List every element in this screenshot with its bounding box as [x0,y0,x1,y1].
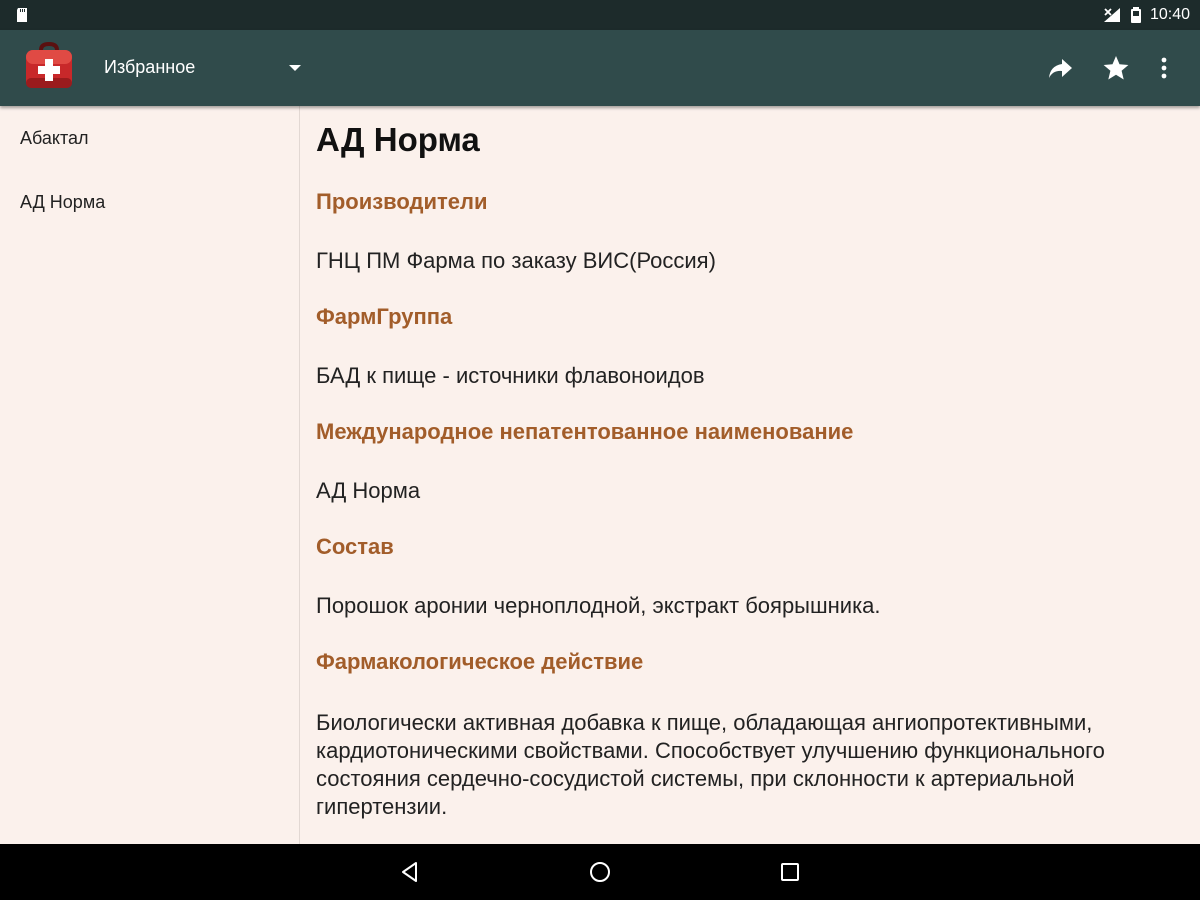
sd-card-icon [17,8,27,22]
section-heading-composition: Состав [316,534,394,559]
sidebar-item-ad-norma[interactable]: АД Норма [0,170,299,234]
section-heading-inn: Международное непатентованное наименован… [316,419,854,444]
section-heading-pharm-group: ФармГруппа [316,304,453,329]
arrow-drop-down-icon[interactable] [288,63,302,73]
app-title[interactable]: Избранное [104,57,195,78]
system-nav-bar [0,844,1200,900]
status-time: 10:40 [1149,6,1190,23]
favorites-list: Абактал АД Норма [0,106,300,844]
star-icon[interactable] [1102,54,1130,82]
recents-icon[interactable] [778,860,802,884]
signal-icon [1103,8,1120,22]
section-text-pharm-group: БАД к пище - источники флавоноидов [316,363,705,388]
section-text-inn: АД Норма [316,478,421,503]
page-title: АД Норма [316,121,480,158]
section-heading-manufacturers: Производители [316,189,488,214]
content-area: Абактал АД Норма АД Норма Производители … [0,106,1200,844]
first-aid-kit-icon [26,41,72,88]
section-text-pharm-action: Биологически активная добавка к пище, об… [316,710,1105,819]
sidebar-item-label: АД Норма [20,191,106,212]
back-icon[interactable] [398,860,422,884]
app-bar: Избранное [0,30,1200,106]
drug-detail: АД Норма Производители ГНЦ ПМ Фарма по з… [316,106,1176,844]
section-text-composition: Порошок аронии черноплодной, экстракт бо… [316,593,881,618]
share-icon[interactable] [1046,54,1074,82]
status-indicators: 10:40 [1102,0,1190,30]
sidebar-item-label: Абактал [20,127,89,148]
battery-icon [1130,7,1141,23]
section-text-manufacturers: ГНЦ ПМ Фарма по заказу ВИС(Россия) [316,248,716,273]
status-bar: 10:40 [0,0,1200,30]
home-icon[interactable] [588,860,612,884]
app-screen: 10:40 Избранное Абактал АД Норма АД Норм… [0,0,1200,900]
section-heading-pharm-action: Фармакологическое действие [316,649,644,674]
more-vert-icon[interactable] [1152,54,1176,82]
sidebar-item-abaktal[interactable]: Абактал [0,106,299,170]
